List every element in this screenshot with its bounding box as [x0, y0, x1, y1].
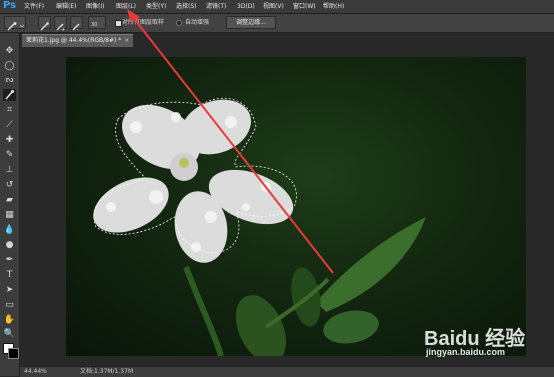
quick-selection-glyph	[5, 90, 14, 100]
crop-tool-icon[interactable]: ⌗	[3, 104, 16, 116]
options-bar: + - 30 对所有图层取样 自动增强 调整边缘...	[0, 14, 554, 33]
path-selection-icon[interactable]: ➤	[3, 284, 16, 296]
add-to-selection-button[interactable]: +	[54, 16, 67, 33]
marquee-tool-icon[interactable]: ◯	[3, 60, 16, 72]
photoshop-logo: Ps	[3, 0, 17, 11]
new-selection-icon	[40, 22, 49, 31]
auto-enhance-checkbox[interactable]	[176, 20, 182, 26]
document-canvas[interactable]	[66, 57, 526, 356]
svg-text:-: -	[77, 27, 79, 32]
eraser-tool-icon[interactable]: ▰	[3, 194, 16, 206]
rectangle-tool-icon[interactable]: ▭	[3, 299, 16, 311]
subtract-from-selection-button[interactable]: -	[70, 16, 83, 33]
menu-help[interactable]: 帮助(H)	[323, 0, 344, 13]
refine-edge-button[interactable]: 调整边缘...	[226, 16, 276, 29]
blur-tool-icon[interactable]: 💧	[3, 224, 16, 236]
dodge-tool-icon[interactable]: ●	[3, 239, 16, 251]
svg-text:+: +	[61, 27, 65, 32]
document-tab[interactable]: 茉莉花1.jpg @ 44.4%(RGB/8#) * ×	[22, 34, 134, 47]
eyedropper-tool-icon[interactable]: ⟋	[3, 119, 16, 131]
menu-view[interactable]: 视图(V)	[263, 0, 284, 13]
menu-bar: Ps 文件(F) 编辑(E) 图像(I) 图层(L) 类型(Y) 选择(S) 滤…	[0, 0, 554, 14]
tool-preset-picker[interactable]	[4, 16, 26, 31]
brush-tool-icon[interactable]: ✎	[3, 149, 16, 161]
add-selection-icon: +	[56, 23, 65, 33]
zoom-tool-icon[interactable]: 🔍	[3, 328, 16, 340]
clone-stamp-icon[interactable]: ⊥	[3, 164, 16, 176]
document-tab-title: 茉莉花1.jpg @ 44.4%(RGB/8#) *	[26, 37, 122, 44]
jasmine-flower-photo	[93, 97, 426, 356]
watermark: Baidu 经验 jingyan.baidu.com	[424, 322, 548, 362]
quick-selection-preset-icon	[7, 22, 25, 31]
gradient-tool-icon[interactable]: ▦	[3, 209, 16, 221]
menu-type[interactable]: 类型(Y)	[146, 0, 166, 13]
healing-brush-icon[interactable]: ✚	[3, 134, 16, 146]
brush-size-picker[interactable]: 30	[88, 16, 106, 29]
history-brush-icon[interactable]: ↺	[3, 179, 16, 191]
new-selection-mode-button[interactable]	[38, 16, 51, 31]
canvas-area	[20, 47, 554, 365]
lasso-tool-icon[interactable]: ᔓ	[3, 74, 16, 86]
pen-tool-icon[interactable]: ✒	[3, 254, 16, 266]
auto-enhance-label: 自动增强	[185, 19, 210, 26]
close-tab-icon[interactable]: ×	[124, 37, 129, 44]
hand-tool-icon[interactable]: ✋	[3, 314, 16, 326]
sample-all-layers-label: 对所有图层取样	[122, 19, 165, 26]
type-tool-icon[interactable]: T	[3, 269, 16, 281]
menu-layer[interactable]: 图层(L)	[116, 0, 136, 13]
sample-all-layers-checkbox[interactable]	[115, 20, 122, 27]
menu-image[interactable]: 图像(I)	[86, 0, 104, 13]
background-color-swatch[interactable]	[8, 348, 19, 359]
quick-selection-tool-icon[interactable]	[3, 89, 16, 101]
toolbox: ✥ ◯ ᔓ ⌗ ⟋ ✚ ✎ ⊥ ↺ ▰ ▦ 💧 ● ✒ T ➤ ▭ ✋ 🔍	[0, 33, 20, 376]
brush-size-value: 30	[91, 22, 98, 28]
menu-window[interactable]: 窗口(W)	[293, 0, 316, 13]
menu-filter[interactable]: 滤镜(T)	[206, 0, 226, 13]
menu-select[interactable]: 选择(S)	[176, 0, 197, 13]
subtract-selection-icon: -	[72, 23, 80, 33]
menu-3d[interactable]: 3D(D)	[237, 0, 255, 13]
move-tool-icon[interactable]: ✥	[3, 45, 16, 57]
watermark-url: jingyan.baidu.com	[426, 347, 506, 357]
status-bar: 44.44% 文档:1.37M/1.37M	[20, 366, 554, 377]
menu-file[interactable]: 文件(F)	[24, 0, 44, 13]
menu-edit[interactable]: 编辑(E)	[56, 0, 76, 13]
